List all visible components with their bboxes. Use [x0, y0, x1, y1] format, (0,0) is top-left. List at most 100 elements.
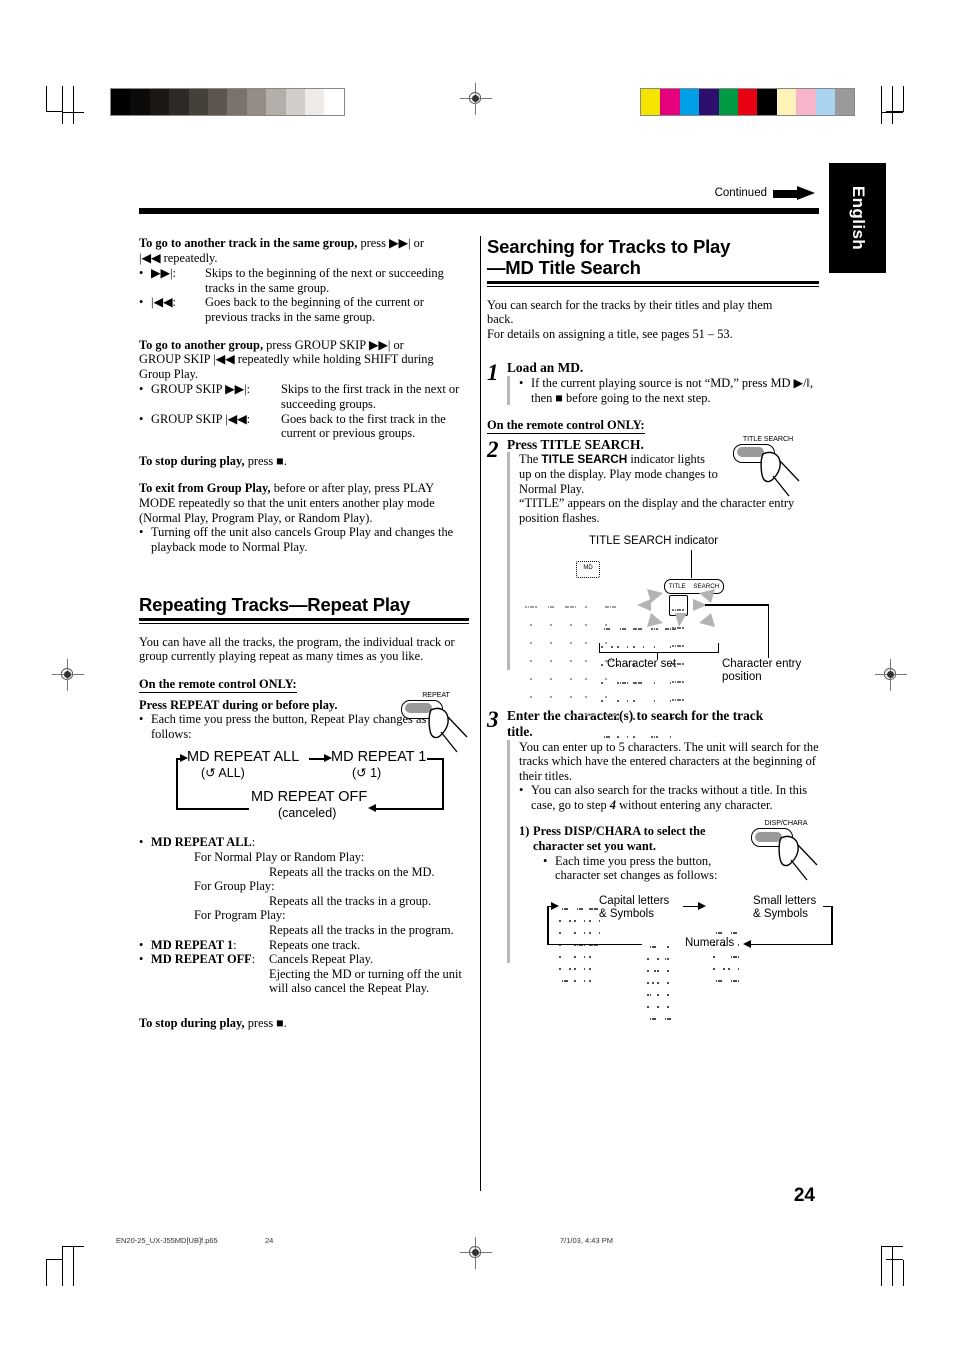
flow-item-2-sub: (↺ 1)	[352, 766, 382, 781]
list-item-text: Goes back to the first track in the curr…	[281, 411, 446, 441]
mode-inline-text: Repeats one track.	[269, 937, 361, 952]
mode-colon: :	[233, 937, 237, 952]
step-3-number: 3	[487, 707, 499, 733]
lcd-screen-line-2	[601, 617, 680, 743]
charset-glyph-numerals	[647, 939, 677, 1023]
character-entry-position-label-line1: Character entry	[722, 658, 802, 671]
list-item: • Turning off the unit also cancels Grou…	[139, 525, 469, 554]
right-column: Searching for Tracks to Play —MD Title S…	[487, 236, 833, 1020]
exit-group-play-block: To exit from Group Play, before or after…	[139, 481, 469, 554]
character-set-label: Character set	[607, 658, 677, 671]
mode-name: MD REPEAT OFF	[151, 952, 252, 967]
track-skip-lead-line2: |◀◀ repeatedly.	[139, 250, 218, 265]
column-divider	[480, 236, 481, 1191]
charset-glyph-capital	[559, 901, 604, 985]
track-skip-block: To go to another track in the same group…	[139, 236, 469, 325]
flashing-indicator-icon	[637, 599, 651, 612]
repeat-mode-flow-diagram: MD REPEAT ALL (↺ ALL) MD REPEAT 1 (↺ 1) …	[139, 749, 451, 829]
footer-timestamp: 7/1/03, 4:43 PM	[560, 1236, 613, 1245]
substep-1-bullet-line2: character set changes as follows:	[555, 868, 718, 883]
color-calibration-bar	[640, 88, 856, 116]
stop-during-play-rest: press ■.	[244, 453, 287, 468]
footer-filename: EN20-25_UX-J55MD[UB]f.p65	[116, 1236, 218, 1245]
character-set-flow-diagram: Capital letters & Symbols Small letters …	[533, 891, 833, 1020]
stop-during-play-bold-2: To stop during play,	[139, 1015, 245, 1030]
flow-item-2: MD REPEAT 1	[331, 749, 427, 766]
charset-small-label: Small letters & Symbols	[753, 895, 816, 921]
group-skip-lead-bold: To go to another group,	[139, 337, 264, 352]
list-item: • |◀◀: Goes back to the beginning of the…	[139, 295, 469, 324]
substep-1-label: 1)	[519, 824, 530, 839]
list-item-label: |◀◀:	[151, 295, 176, 310]
repeat-intro: You can have all the tracks, the program…	[139, 634, 455, 664]
stop-during-play-line: To stop during play, press ■.	[139, 454, 469, 469]
bullet-icon: •	[139, 712, 144, 727]
registration-mark-left	[52, 659, 84, 691]
list-item: • MD REPEAT 1: Repeats one track.	[139, 938, 469, 953]
stop-during-play-rest-2: press ■.	[244, 1015, 287, 1030]
list-item-text: If the current playing source is not “MD…	[531, 375, 814, 405]
list-item: • GROUP SKIP ▶▶|: Skips to the first tra…	[139, 382, 469, 411]
step-1-title: Load an MD.	[507, 360, 584, 376]
title-search-intro-line3: For details on assigning a title, see pa…	[487, 326, 733, 341]
title-search-indicator-label: TITLE SEARCH indicator	[589, 535, 719, 548]
title-search-intro-line1: You can search for the tracks by their t…	[487, 297, 773, 312]
registration-mark-bottom	[460, 1237, 492, 1269]
mode-colon: :	[251, 952, 256, 967]
bullet-icon: •	[139, 411, 144, 426]
mode-condition: For Group Play:	[194, 879, 275, 894]
manual-page: Continued English To go to another track…	[0, 0, 954, 1351]
mode-result: Repeats all the tracks in a group.	[269, 893, 432, 908]
charset-small-line2: & Symbols	[753, 907, 808, 920]
mode-extra-text: Ejecting the MD or turning off the unit …	[269, 966, 462, 996]
list-item-text: Each time you press the button, characte…	[555, 854, 743, 883]
grayscale-calibration-bar	[110, 88, 345, 116]
step-2: 2 Press TITLE SEARCH. The TITLE SEARCH i…	[487, 434, 819, 738]
flow-item-3: MD REPEAT OFF	[251, 789, 368, 806]
bullet-icon: •	[139, 295, 144, 310]
step-2-body-1: The TITLE SEARCH indicator lights up on …	[519, 452, 719, 496]
group-skip-lead-rest: press GROUP SKIP ▶▶| or	[263, 337, 404, 352]
title-search-intro-line2: back.	[487, 312, 514, 327]
footer-page: 24	[265, 1236, 274, 1245]
language-tab-label: English	[848, 185, 868, 251]
substep-1-title-line1: Press DISP/CHARA to select the	[533, 824, 706, 839]
bullet-icon: •	[519, 783, 524, 798]
list-item-label: ▶▶|:	[151, 266, 176, 281]
list-item: • ▶▶|: Skips to the beginning of the nex…	[139, 266, 469, 295]
list-item: • MD REPEAT ALL:	[139, 835, 469, 850]
registration-mark-top	[460, 83, 492, 115]
list-item: • GROUP SKIP |◀◀: Goes back to the first…	[139, 412, 469, 441]
step-2-body-a: The	[519, 452, 542, 467]
list-item: • MD REPEAT OFF: Cancels Repeat Play.	[139, 952, 469, 967]
bullet-icon: •	[519, 375, 524, 390]
exit-group-lead-bold: To exit from Group Play,	[139, 481, 271, 496]
list-item-text: Skips to the beginning of the next or su…	[205, 266, 444, 295]
repeat-mode-descriptions: • MD REPEAT ALL: For Normal Play or Rand…	[139, 835, 469, 996]
group-skip-block: To go to another group, press GROUP SKIP…	[139, 338, 469, 441]
flow-item-1-sub: (↺ ALL)	[201, 766, 245, 781]
character-set-brace	[599, 643, 719, 654]
group-skip-lead-line3: Group Play.	[139, 366, 199, 381]
group-skip-lead-line2: GROUP SKIP |◀◀ repeatedly while holding …	[139, 352, 434, 367]
section-heading-repeat-play: Repeating Tracks—Repeat Play	[139, 594, 410, 616]
mode-result: Repeats all the tracks in the program.	[269, 923, 454, 937]
substep-1-bullet-line1: Each time you press the button,	[555, 853, 712, 868]
charset-capital-label: Capital letters & Symbols	[599, 895, 669, 921]
repeat-button-illustration: REPEAT	[397, 690, 475, 758]
mode-result: Repeats all the tracks on the MD.	[269, 864, 435, 879]
mode-condition: For Normal Play or Random Play:	[194, 850, 365, 865]
left-column: To go to another track in the same group…	[139, 236, 469, 1031]
pressing-finger-icon	[428, 707, 468, 753]
mode-colon: :	[251, 835, 256, 850]
step-3-body: You can enter up to 5 characters. The un…	[519, 739, 819, 783]
track-skip-lead-rest: press ▶▶| or	[357, 236, 424, 250]
stop-during-play-line-2: To stop during play, press ■.	[139, 1016, 469, 1031]
disp-chara-button-illustration: DISP/CHARA	[747, 818, 825, 886]
list-item-text: Turning off the unit also cancels Group …	[151, 525, 454, 554]
step-3-bullet-b: without entering any character.	[616, 797, 773, 812]
step-1: 1 Load an MD. • If the current playing s…	[487, 360, 819, 406]
pressing-finger-icon	[760, 451, 800, 497]
mode-name: MD REPEAT ALL	[151, 835, 252, 850]
bullet-icon: •	[139, 266, 144, 281]
